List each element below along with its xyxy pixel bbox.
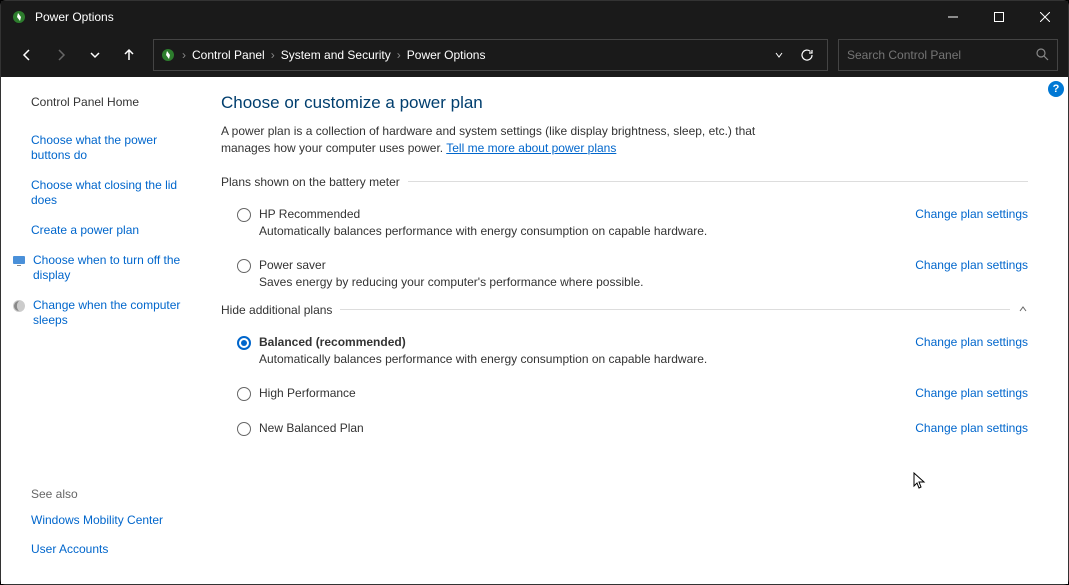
plan-name[interactable]: Balanced (recommended) [259,335,903,349]
change-settings-link[interactable]: Change plan settings [915,386,1028,400]
plan-radio[interactable] [237,387,251,401]
plan-row: High Performance Change plan settings [221,380,1028,407]
titlebar-buttons [930,1,1068,33]
monitor-icon [11,253,27,269]
refresh-button[interactable] [793,41,821,69]
breadcrumb-item[interactable]: Power Options [401,48,492,62]
close-button[interactable] [1022,1,1068,33]
sidebar-item-create-plan[interactable]: Create a power plan [31,223,199,239]
plan-name[interactable]: HP Recommended [259,207,903,221]
plan-row: HP Recommended Automatically balances pe… [221,201,1028,244]
plan-radio[interactable] [237,259,251,273]
plan-radio[interactable] [237,422,251,436]
moon-icon [11,298,27,314]
sidebar-item-turn-off-display[interactable]: Choose when to turn off the display [31,253,199,284]
see-also-mobility[interactable]: Windows Mobility Center [31,513,199,529]
plan-radio[interactable] [237,208,251,222]
page-title: Choose or customize a power plan [221,93,1028,113]
sidebar: Control Panel Home Choose what the power… [1,77,211,584]
plan-desc: Automatically balances performance with … [259,224,903,238]
app-icon [11,9,27,25]
content: ? Control Panel Home Choose what the pow… [1,77,1068,584]
titlebar: Power Options [1,1,1068,33]
forward-button[interactable] [45,39,77,71]
see-also-label: See also [31,487,199,501]
breadcrumb-item[interactable]: System and Security [275,48,397,62]
plan-row: Balanced (recommended) Automatically bal… [221,329,1028,372]
search-icon[interactable] [1035,47,1049,64]
plan-name[interactable]: High Performance [259,386,903,400]
breadcrumb[interactable]: › Control Panel › System and Security › … [153,39,828,71]
navbar: › Control Panel › System and Security › … [1,33,1068,77]
learn-more-link[interactable]: Tell me more about power plans [446,141,616,155]
breadcrumb-icon [160,47,176,63]
plan-desc: Automatically balances performance with … [259,352,903,366]
plan-radio[interactable] [237,336,251,350]
help-icon[interactable]: ? [1048,81,1064,97]
main: Choose or customize a power plan A power… [211,77,1068,584]
section-battery-meter: Plans shown on the battery meter [221,175,1028,189]
sidebar-item-sleep[interactable]: Change when the computer sleeps [31,298,199,329]
change-settings-link[interactable]: Change plan settings [915,258,1028,272]
change-settings-link[interactable]: Change plan settings [915,421,1028,435]
breadcrumb-item[interactable]: Control Panel [186,48,271,62]
chevron-up-icon [1018,303,1028,317]
section-additional-plans[interactable]: Hide additional plans [221,303,1028,317]
page-description: A power plan is a collection of hardware… [221,123,801,157]
search-input[interactable] [847,48,1035,62]
recent-button[interactable] [79,39,111,71]
plan-row: New Balanced Plan Change plan settings [221,415,1028,442]
plan-name[interactable]: New Balanced Plan [259,421,903,435]
plan-row: Power saver Saves energy by reducing you… [221,252,1028,295]
back-button[interactable] [11,39,43,71]
window: Power Options › Control Panel › System a… [0,0,1069,585]
minimize-button[interactable] [930,1,976,33]
breadcrumb-dropdown[interactable] [765,41,793,69]
sidebar-item-closing-lid[interactable]: Choose what closing the lid does [31,178,199,209]
change-settings-link[interactable]: Change plan settings [915,207,1028,221]
search-box[interactable] [838,39,1058,71]
sidebar-item-power-buttons[interactable]: Choose what the power buttons do [31,133,199,164]
change-settings-link[interactable]: Change plan settings [915,335,1028,349]
plan-desc: Saves energy by reducing your computer's… [259,275,903,289]
plan-name[interactable]: Power saver [259,258,903,272]
sidebar-home[interactable]: Control Panel Home [31,95,199,111]
up-button[interactable] [113,39,145,71]
see-also-accounts[interactable]: User Accounts [31,542,199,558]
window-title: Power Options [35,10,930,24]
maximize-button[interactable] [976,1,1022,33]
